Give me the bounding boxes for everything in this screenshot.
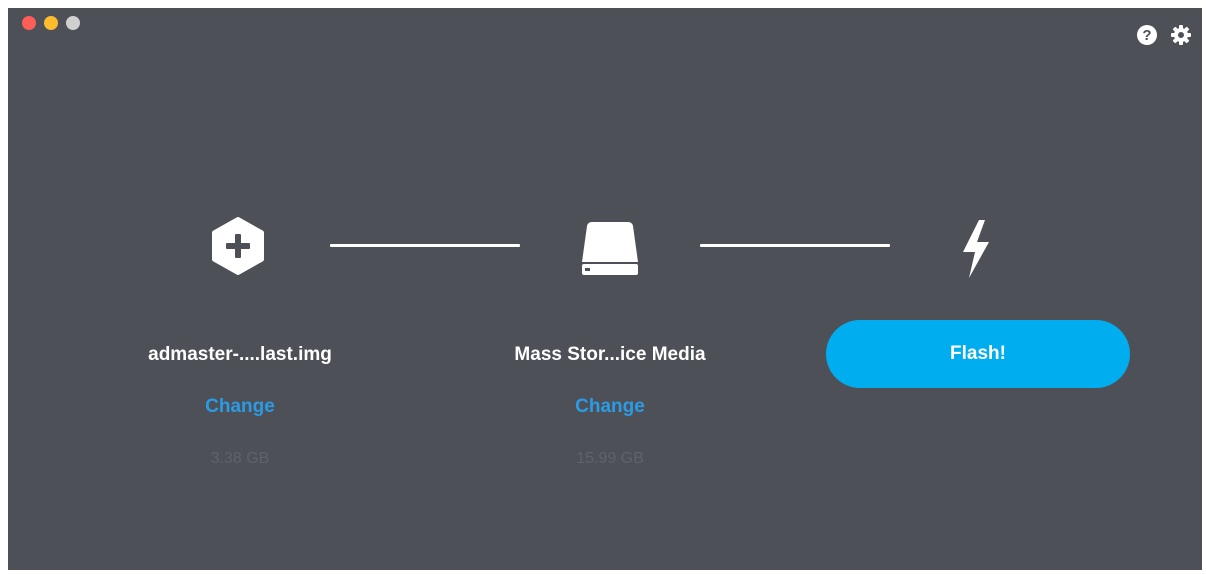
window-controls [22,16,80,30]
step-connector-2 [700,244,890,247]
change-image-link[interactable]: Change [90,396,390,418]
selected-drive-name: Mass Stor...ice Media [514,344,706,365]
gear-icon[interactable] [1170,24,1192,46]
svg-text:?: ? [1142,27,1151,44]
hexagon-plus-icon[interactable] [208,216,268,276]
maximize-window-button[interactable] [66,16,80,30]
close-window-button[interactable] [22,16,36,30]
lightning-icon [956,218,996,280]
step-connector-1 [330,244,520,247]
help-icon[interactable]: ? [1136,24,1158,46]
minimize-window-button[interactable] [44,16,58,30]
drive-size: 15.99 GB [576,450,644,467]
image-size: 3.38 GB [210,450,270,467]
selected-image-name: admaster-....last.img [148,344,332,365]
change-drive-link[interactable]: Change [460,396,760,418]
flash-button[interactable]: Flash! [826,320,1130,388]
drive-icon[interactable] [578,216,642,280]
app-window: ? admaster-....last.img Change 3.38 GB M… [8,8,1202,570]
toolbar: ? [1136,24,1192,46]
